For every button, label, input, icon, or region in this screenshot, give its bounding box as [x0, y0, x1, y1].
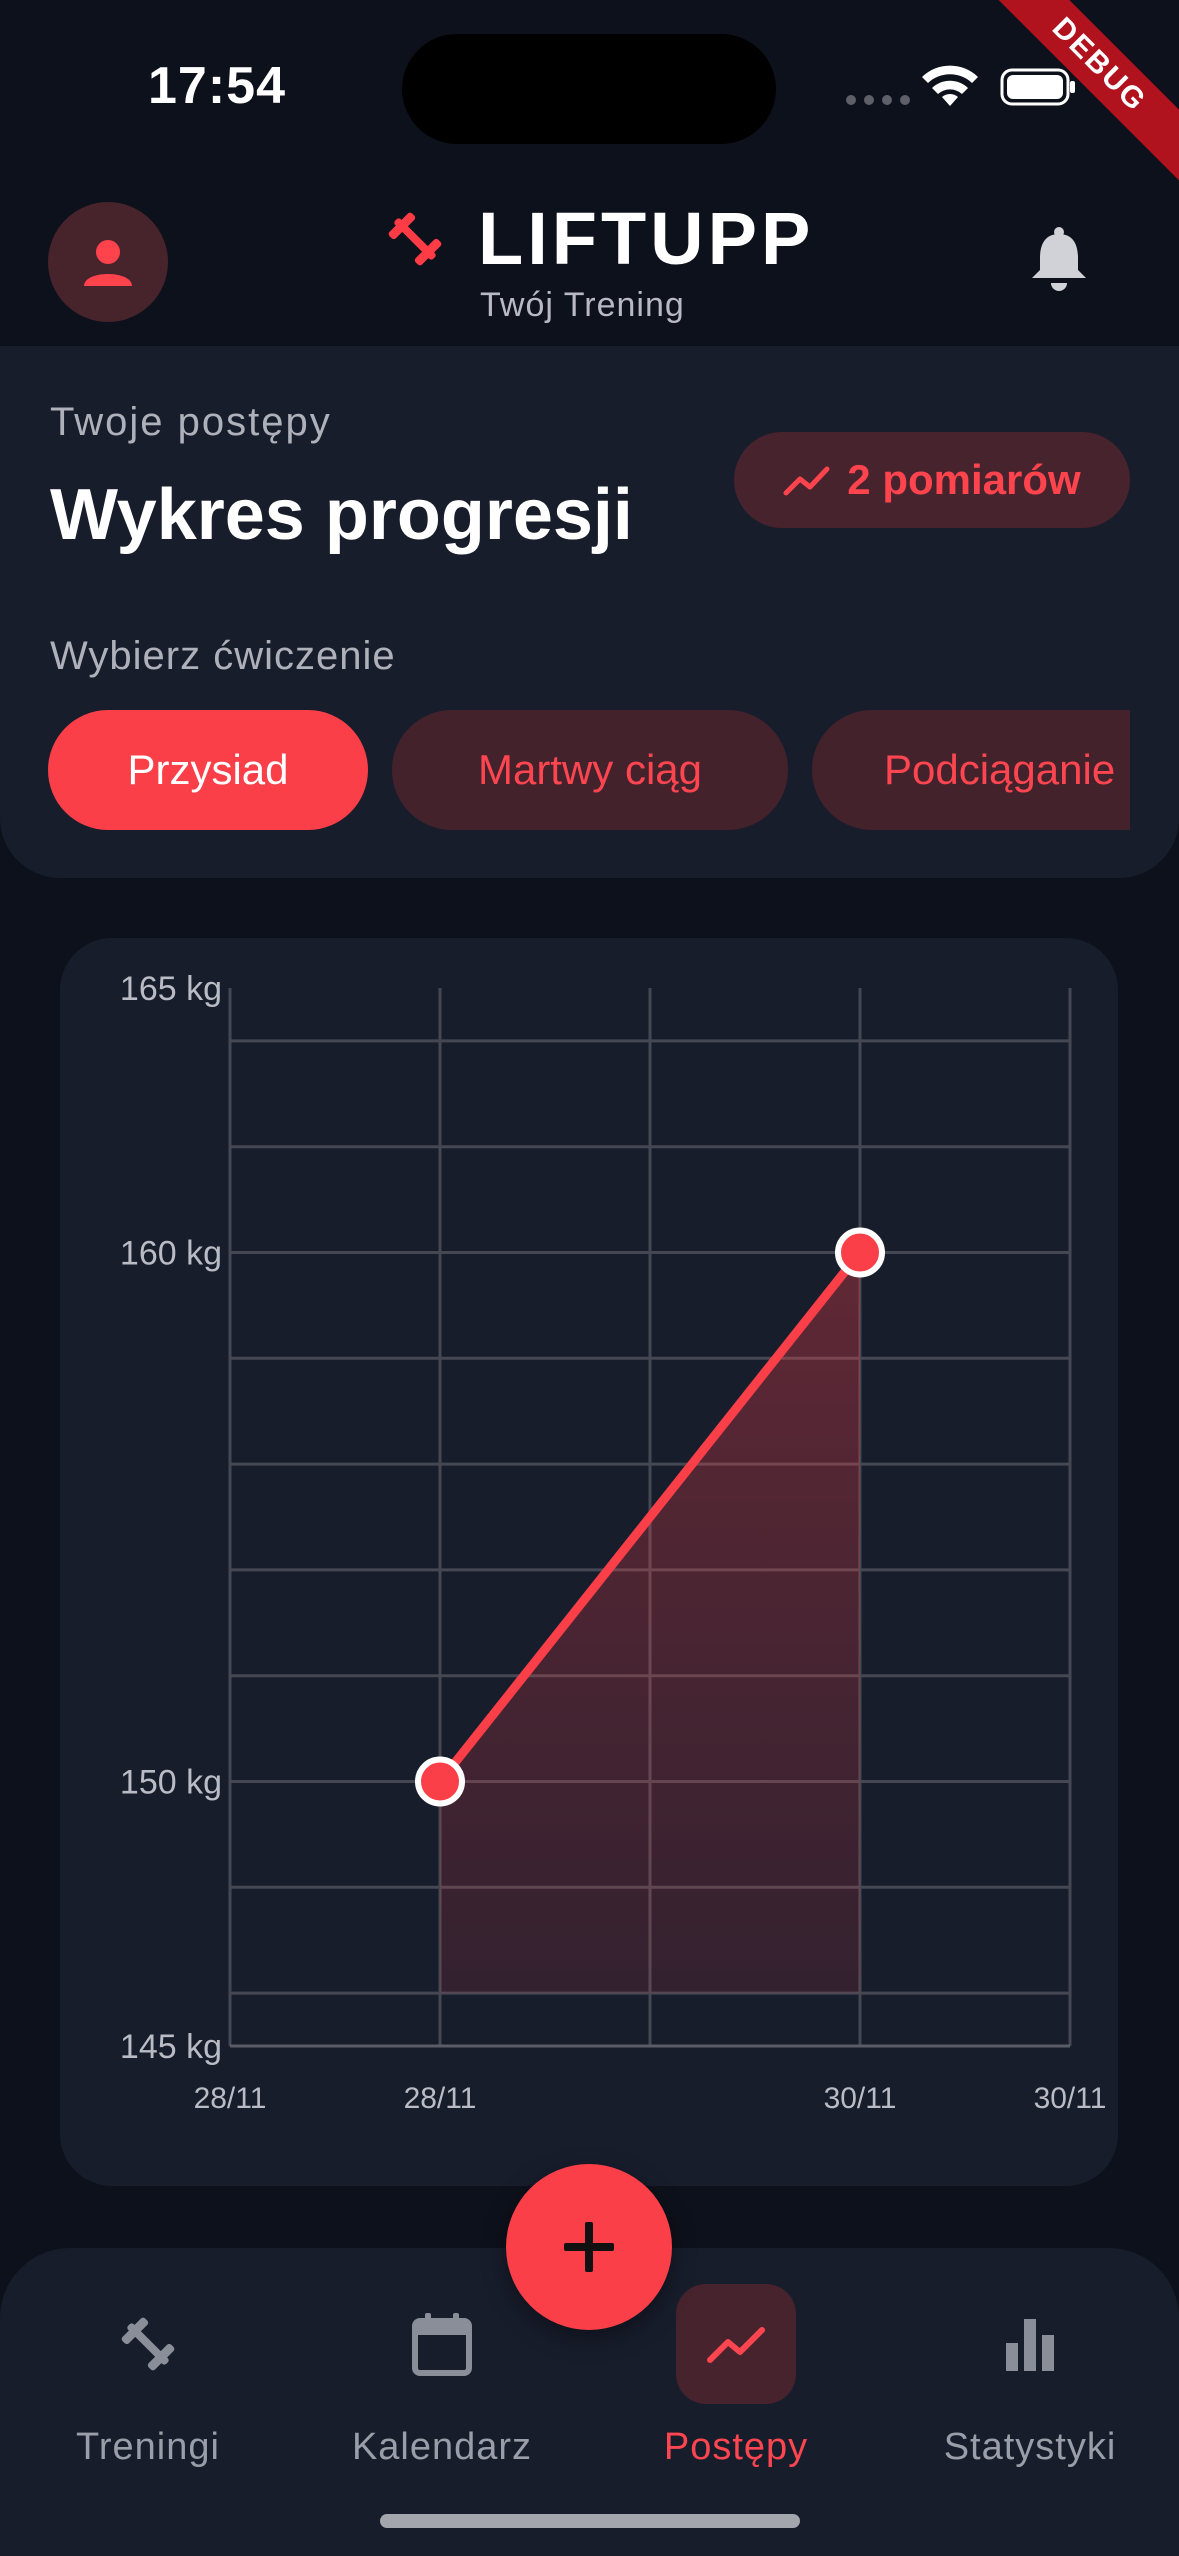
y-tick-label: 165 kg: [120, 970, 222, 1008]
nav-item-postepy[interactable]: Postępy: [616, 2284, 856, 2469]
x-tick-label: 30/11: [1034, 2082, 1107, 2115]
data-point: [835, 1227, 885, 1278]
calendar-icon: [412, 2313, 472, 2376]
y-tick-label: 150 kg: [120, 1764, 222, 1802]
x-tick-label: 28/11: [404, 2082, 477, 2115]
nav-item-statystyki[interactable]: Statystyki: [910, 2284, 1150, 2469]
nav-label-postepy: Postępy: [663, 2426, 809, 2468]
nav-item-kalendarz[interactable]: Kalendarz: [322, 2284, 562, 2469]
data-point: [415, 1756, 465, 1807]
nav-label-treningi: Treningi: [76, 2426, 220, 2468]
x-tick-label: 30/11: [824, 2082, 897, 2115]
plus-icon: [564, 2222, 614, 2272]
home-indicator: [380, 2514, 800, 2528]
y-tick-label: 145 kg: [120, 2028, 222, 2066]
nav-label-kalendarz: Kalendarz: [351, 2426, 533, 2468]
nav-label-statystyki: Statystyki: [943, 2426, 1117, 2468]
progress-line-chart: 165 kg 160 kg 150 kg 145 kg 28/11 28/11 30/11 3…: [120, 970, 1107, 2115]
bar-chart-icon: [1006, 2319, 1054, 2371]
x-tick-label: 28/11: [194, 2082, 267, 2115]
y-tick-label: 160 kg: [120, 1235, 222, 1273]
trending-up-icon: [707, 2327, 765, 2363]
add-measurement-button[interactable]: [506, 2164, 672, 2330]
nav-item-treningi[interactable]: Treningi: [28, 2284, 268, 2469]
dumbbell-icon: [121, 2317, 175, 2371]
